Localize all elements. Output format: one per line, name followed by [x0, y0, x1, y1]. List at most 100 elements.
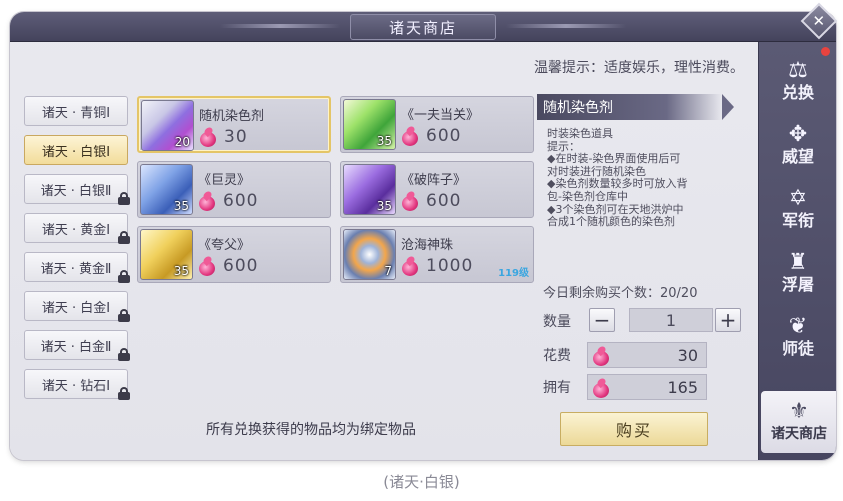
close-icon: ✕	[812, 11, 826, 30]
tier-tab[interactable]: 诸天 · 白银Ⅰ	[24, 135, 128, 165]
shop-item[interactable]: 35 《夸父》 600	[137, 226, 331, 283]
item-price: 600	[198, 191, 258, 211]
tier-tab-label: 诸天 · 白银Ⅰ	[41, 144, 111, 160]
item-price-value: 600	[223, 191, 259, 211]
nav-item[interactable]: ✥ 威望	[759, 114, 836, 176]
shop-item[interactable]: 20 随机染色剂 30	[137, 96, 331, 153]
item-stock-count: 35	[376, 134, 392, 148]
item-price: 30	[199, 127, 248, 147]
spirit-gem-icon	[198, 256, 216, 276]
item-stock-count: 35	[173, 264, 189, 278]
description-line: 时装染色道具	[547, 127, 613, 140]
detail-item-name: 随机染色剂	[537, 94, 734, 120]
notification-dot	[821, 47, 830, 56]
star-icon: ✡	[788, 186, 808, 211]
quantity-label: 数量	[543, 314, 571, 330]
tier-tab[interactable]: 诸天 · 青铜Ⅰ	[24, 96, 128, 126]
lock-icon	[118, 387, 130, 400]
title-bar: 诸天商店	[10, 12, 836, 42]
quantity-field[interactable]: 1	[629, 308, 713, 332]
pearl-icon: 7	[343, 229, 396, 280]
nav-item[interactable]: ✡ 军衔	[759, 178, 836, 240]
cost-value: 30	[677, 345, 698, 365]
tier-tab[interactable]: 诸天 · 黄金Ⅱ	[24, 252, 130, 283]
nav-item-label: 浮屠	[781, 275, 814, 294]
title-ornament-left	[220, 24, 340, 28]
tier-tab[interactable]: 诸天 · 黄金Ⅰ	[24, 213, 130, 244]
item-name: 随机染色剂	[199, 109, 265, 124]
nav-item-label: 兑换	[781, 83, 814, 102]
title-ornament-right	[506, 24, 626, 28]
scales-icon: ⚖	[788, 58, 808, 83]
cost-field: 30	[587, 342, 707, 368]
item-price-value: 30	[224, 127, 248, 147]
item-price: 600	[401, 191, 461, 211]
item-price: 1000	[401, 256, 473, 276]
item-stock-count: 7	[384, 264, 392, 278]
tier-tab-label: 诸天 · 白银Ⅱ	[40, 183, 112, 199]
item-price-value: 600	[426, 191, 462, 211]
quantity-plus-button[interactable]: +	[715, 308, 741, 332]
tier-tab[interactable]: 诸天 · 白金Ⅰ	[24, 291, 130, 322]
item-name: 《巨灵》	[198, 173, 251, 188]
tier-tab-label: 诸天 · 黄金Ⅱ	[40, 261, 112, 277]
shop-item[interactable]: 35 《破阵子》 600	[340, 161, 534, 218]
tier-tab[interactable]: 诸天 · 白银Ⅱ	[24, 174, 130, 205]
item-name: 沧海神珠	[401, 238, 454, 253]
description-line: 合成1个随机颜色的染色剂	[547, 215, 675, 229]
purple-book-icon: 35	[343, 164, 396, 215]
owned-label: 拥有	[543, 380, 571, 396]
image-caption: (诸天·白银)	[383, 473, 460, 491]
item-name: 《一夫当关》	[401, 108, 480, 123]
book-icon: ❦	[788, 314, 808, 339]
item-price-value: 1000	[426, 256, 474, 276]
pagoda-icon: ♜	[788, 250, 808, 275]
lock-icon	[118, 270, 130, 283]
nav-item[interactable]: ⚜ 诸天商店	[761, 391, 836, 453]
item-stock-count: 35	[376, 199, 392, 213]
lock-icon	[118, 231, 130, 244]
shop-window: 诸天商店 温馨提示：适度娱乐，理性消费。 诸天 · 青铜Ⅰ 诸天 · 白银Ⅰ 诸天 …	[10, 12, 836, 460]
item-detail-panel: 随机染色剂 时装染色道具 提示： ◆在时装-染色界面使用后可 对时装进行随机染色 ◆染色…	[537, 94, 752, 404]
spirit-gem-icon	[199, 127, 217, 147]
shop-item[interactable]: 35 《巨灵》 600	[137, 161, 331, 218]
nav-item-label: 军衔	[781, 211, 814, 230]
item-stock-count: 35	[173, 199, 189, 213]
tier-list: 诸天 · 青铜Ⅰ 诸天 · 白银Ⅰ 诸天 · 白银Ⅱ 诸天 · 黄金Ⅰ 诸天 · 黄金Ⅱ…	[24, 96, 132, 408]
tier-tab[interactable]: 诸天 · 白金Ⅱ	[24, 330, 130, 361]
shop-item[interactable]: 7 沧海神珠 1000 119级	[340, 226, 534, 283]
item-name: 《夸父》	[198, 238, 251, 253]
tier-tab[interactable]: 诸天 · 钻石Ⅰ	[24, 369, 130, 400]
item-price: 600	[198, 256, 258, 276]
lock-icon	[118, 309, 130, 322]
gold-book-icon: 35	[140, 229, 193, 280]
spirit-gem-icon	[198, 191, 216, 211]
tip-text: 温馨提示：适度娱乐，理性消费。	[534, 60, 744, 76]
nav-item[interactable]: ♜ 浮屠	[759, 242, 836, 304]
description-line: ◆在时装-染色界面使用后可	[547, 152, 681, 166]
window-title: 诸天商店	[350, 14, 496, 40]
lock-icon	[118, 192, 130, 205]
description-line: 包-染色剂仓库中	[547, 189, 628, 203]
nav-item[interactable]: ❦ 师徒	[759, 306, 836, 368]
item-name: 《破阵子》	[401, 173, 467, 188]
shop-item[interactable]: 35 《一夫当关》 600	[340, 96, 534, 153]
spirit-gem-icon	[401, 191, 419, 211]
spirit-gem-icon	[401, 126, 419, 146]
cost-label: 花费	[543, 348, 571, 364]
quantity-minus-button[interactable]: −	[589, 308, 615, 332]
item-stock-count: 20	[174, 135, 190, 149]
tier-tab-label: 诸天 · 黄金Ⅰ	[41, 222, 111, 238]
tier-tab-label: 诸天 · 青铜Ⅰ	[41, 105, 111, 121]
nav-item[interactable]: ⚖ 兑换	[759, 50, 836, 112]
item-level-requirement: 119级	[498, 268, 529, 279]
item-price: 600	[401, 126, 461, 146]
tier-tab-label: 诸天 · 白金Ⅰ	[41, 300, 111, 316]
side-nav: ⚖ 兑换 ✥ 威望 ✡ 军衔 ♜ 浮屠 ❦ 师徒 ⚜ 诸天商店	[758, 42, 836, 460]
dye-potion-icon: 20	[141, 100, 194, 151]
detail-description: 时装染色道具 提示： ◆在时装-染色界面使用后可 对时装进行随机染色 ◆染色剂数量较多时…	[547, 127, 747, 229]
shop-emblem-icon: ⚜	[789, 399, 809, 424]
nav-item-label: 师徒	[781, 339, 814, 358]
blue-book-icon: 35	[140, 164, 193, 215]
buy-button[interactable]: 购买	[560, 412, 708, 446]
